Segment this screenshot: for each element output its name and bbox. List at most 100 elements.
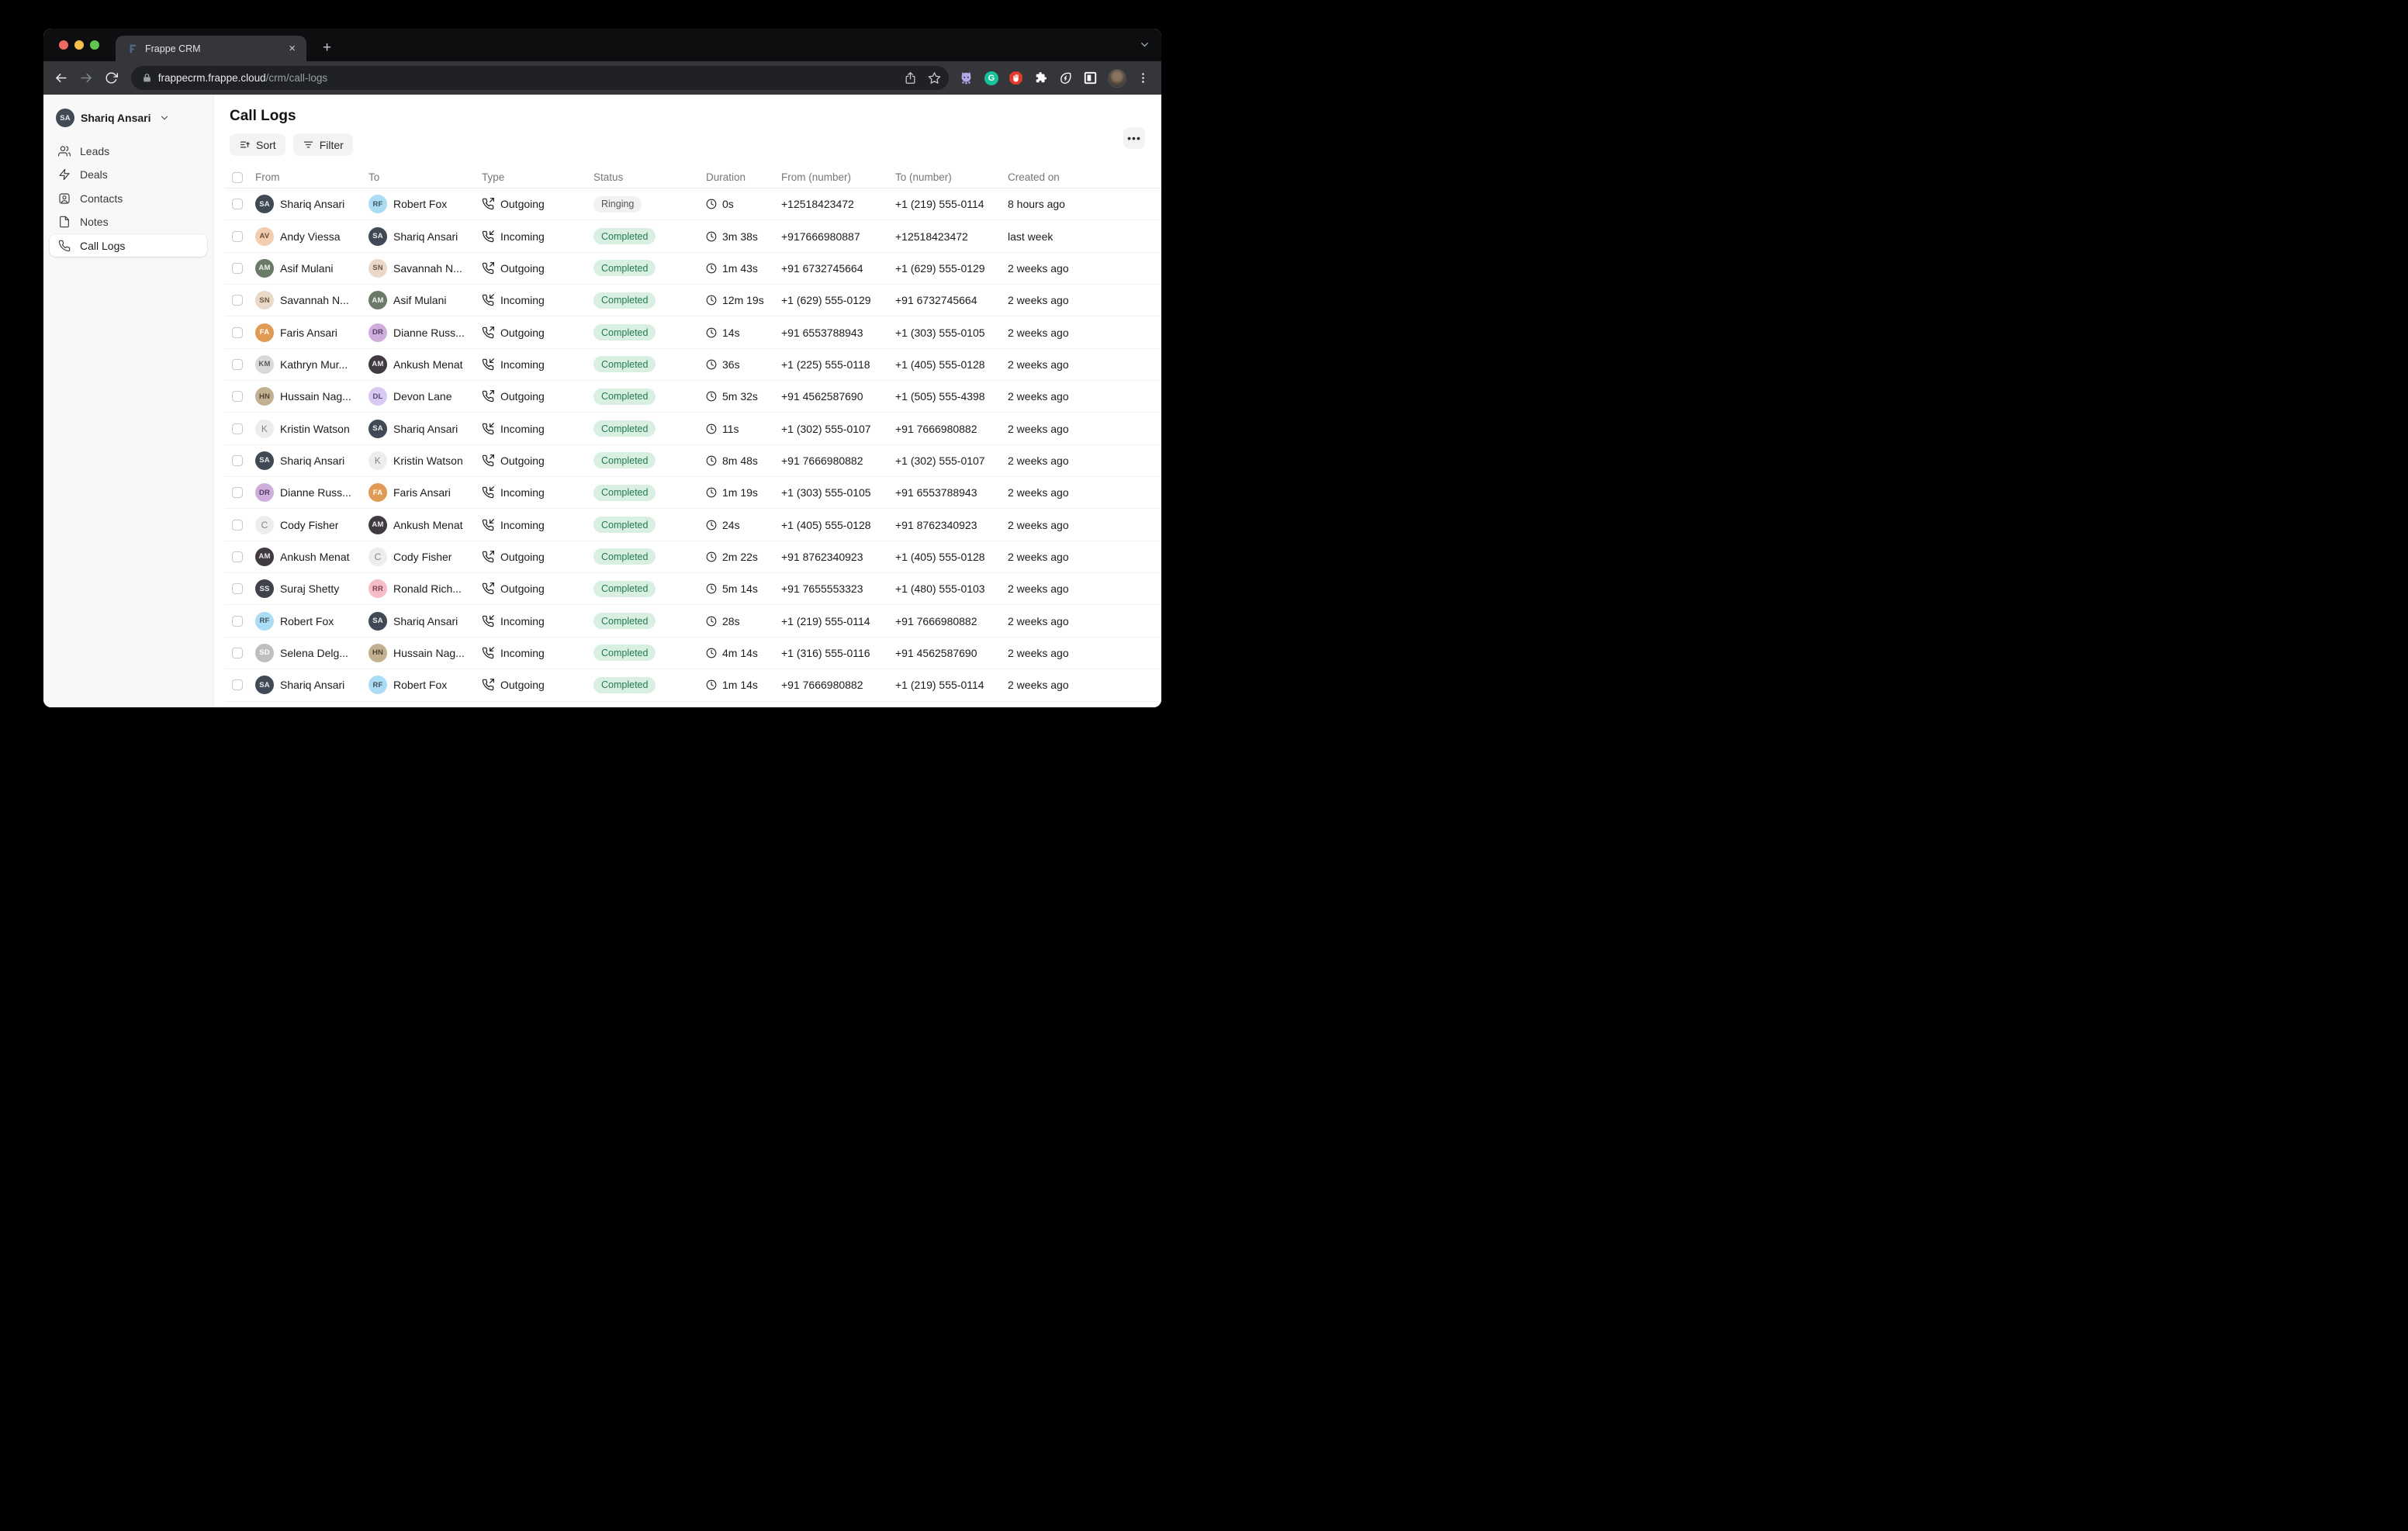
from-avatar: RF xyxy=(255,612,274,631)
column-header-from[interactable]: From xyxy=(255,171,368,183)
duration-value: 5m 32s xyxy=(722,390,758,403)
table-row[interactable] xyxy=(225,702,1161,708)
table-row[interactable]: SA Shariq Ansari K Kristin Watson Outgoi… xyxy=(225,445,1161,477)
from-avatar: K xyxy=(255,420,274,438)
filter-button[interactable]: Filter xyxy=(293,133,353,156)
column-header-status[interactable]: Status xyxy=(593,171,706,183)
table-row[interactable]: FA Faris Ansari DR Dianne Russ... Outgoi… xyxy=(225,316,1161,348)
clock-icon xyxy=(706,551,717,562)
from-avatar: SA xyxy=(255,195,274,213)
type-label: Incoming xyxy=(500,358,545,371)
browser-toolbar: frappecrm.frappe.cloud/crm/call-logs G xyxy=(43,61,1161,95)
row-checkbox[interactable] xyxy=(232,455,243,466)
split-view-icon[interactable] xyxy=(1083,71,1098,85)
browser-menu-icon[interactable] xyxy=(1137,71,1150,85)
table-row[interactable]: AV Andy Viessa SA Shariq Ansari Incoming… xyxy=(225,220,1161,252)
column-header-type[interactable]: Type xyxy=(482,171,593,183)
bookmark-star-icon[interactable] xyxy=(928,71,941,85)
column-header-duration[interactable]: Duration xyxy=(706,171,781,183)
type-label: Incoming xyxy=(500,294,545,306)
row-checkbox[interactable] xyxy=(232,423,243,434)
row-checkbox[interactable] xyxy=(232,583,243,594)
row-checkbox[interactable] xyxy=(232,648,243,658)
row-checkbox[interactable] xyxy=(232,327,243,338)
to-name: Robert Fox xyxy=(393,679,447,691)
tab-close-icon[interactable]: × xyxy=(285,41,299,56)
row-checkbox[interactable] xyxy=(232,551,243,562)
row-checkbox[interactable] xyxy=(232,263,243,274)
status-badge: Completed xyxy=(593,389,656,405)
user-avatar: SA xyxy=(56,109,74,127)
maximize-window-button[interactable] xyxy=(90,40,99,50)
adblock-extension-icon[interactable] xyxy=(1009,71,1023,85)
table-row[interactable]: HN Hussain Nag... DL Devon Lane Outgoing… xyxy=(225,381,1161,413)
grammarly-extension-icon[interactable]: G xyxy=(984,71,998,85)
frappe-favicon xyxy=(126,43,139,55)
row-checkbox[interactable] xyxy=(232,359,243,370)
tab-frappe-crm[interactable]: Frappe CRM × xyxy=(116,36,306,61)
phone-outgoing-icon xyxy=(482,327,494,339)
to-number: +91 7666980882 xyxy=(895,615,1008,627)
url-bar[interactable]: frappecrm.frappe.cloud/crm/call-logs xyxy=(131,66,950,90)
new-tab-button[interactable]: + xyxy=(317,39,337,57)
row-checkbox[interactable] xyxy=(232,231,243,242)
row-checkbox[interactable] xyxy=(232,616,243,627)
table-row[interactable]: AM Asif Mulani SN Savannah N... Outgoing… xyxy=(225,253,1161,285)
column-header-created-on[interactable]: Created on xyxy=(1008,171,1161,183)
select-all-checkbox[interactable] xyxy=(232,172,243,183)
row-checkbox[interactable] xyxy=(232,487,243,498)
clock-icon xyxy=(706,327,717,338)
more-options-button[interactable]: ••• xyxy=(1123,127,1145,149)
minimize-window-button[interactable] xyxy=(74,40,84,50)
table-row[interactable]: SA Shariq Ansari RF Robert Fox Outgoing … xyxy=(225,188,1161,220)
share-icon[interactable] xyxy=(904,71,917,85)
column-header-from-number[interactable]: From (number) xyxy=(781,171,895,183)
table-row[interactable]: C Cody Fisher AM Ankush Menat Incoming C… xyxy=(225,509,1161,541)
table-row[interactable]: DR Dianne Russ... FA Faris Ansari Incomi… xyxy=(225,477,1161,509)
forward-button[interactable] xyxy=(76,67,98,89)
sidebar-item-call-logs[interactable]: Call Logs xyxy=(50,234,207,257)
sidebar-item-notes[interactable]: Notes xyxy=(50,211,207,233)
browser-profile-avatar[interactable] xyxy=(1108,69,1126,88)
energy-saver-leaf-icon[interactable] xyxy=(1058,71,1073,85)
from-avatar: SS xyxy=(255,579,274,598)
sidebar-item-deals[interactable]: Deals xyxy=(50,164,207,186)
phone-outgoing-icon xyxy=(482,262,494,275)
close-window-button[interactable] xyxy=(59,40,68,50)
table-row[interactable]: SS Suraj Shetty RR Ronald Rich... Outgoi… xyxy=(225,573,1161,605)
sort-button[interactable]: Sort xyxy=(230,133,285,156)
table-row[interactable]: SD Selena Delg... HN Hussain Nag... Inco… xyxy=(225,638,1161,669)
row-checkbox[interactable] xyxy=(232,391,243,402)
reload-button[interactable] xyxy=(101,67,123,89)
duration-value: 3m 38s xyxy=(722,230,758,243)
from-name: Savannah N... xyxy=(280,294,349,306)
column-header-to-number[interactable]: To (number) xyxy=(895,171,1008,183)
from-number: +91 8762340923 xyxy=(781,551,895,563)
filter-icon xyxy=(303,139,314,150)
table-row[interactable]: RF Robert Fox SA Shariq Ansari Incoming … xyxy=(225,605,1161,637)
to-number: +12518423472 xyxy=(895,230,1008,243)
to-number: +1 (629) 555-0129 xyxy=(895,262,1008,275)
tab-search-chevron-icon[interactable] xyxy=(1139,39,1150,54)
row-checkbox[interactable] xyxy=(232,679,243,690)
row-checkbox[interactable] xyxy=(232,295,243,306)
user-menu[interactable]: SA Shariq Ansari xyxy=(50,108,207,128)
from-avatar: KM xyxy=(255,355,274,374)
back-button[interactable] xyxy=(50,67,72,89)
table-row[interactable]: K Kristin Watson SA Shariq Ansari Incomi… xyxy=(225,413,1161,444)
row-checkbox[interactable] xyxy=(232,199,243,209)
sidebar-item-contacts[interactable]: Contacts xyxy=(50,187,207,209)
table-row[interactable]: KM Kathryn Mur... AM Ankush Menat Incomi… xyxy=(225,349,1161,381)
status-badge: Completed xyxy=(593,324,656,340)
table-row[interactable]: AM Ankush Menat C Cody Fisher Outgoing C… xyxy=(225,541,1161,573)
from-name: Hussain Nag... xyxy=(280,390,351,403)
from-name: Suraj Shetty xyxy=(280,582,339,595)
column-header-to[interactable]: To xyxy=(368,171,482,183)
table-row[interactable]: SA Shariq Ansari RF Robert Fox Outgoing … xyxy=(225,669,1161,701)
sidebar-item-label: Contacts xyxy=(80,192,123,205)
sidebar-item-leads[interactable]: Leads xyxy=(50,140,207,162)
extensions-puzzle-icon[interactable] xyxy=(1033,71,1048,85)
github-extension-icon[interactable] xyxy=(959,71,974,85)
row-checkbox[interactable] xyxy=(232,520,243,530)
table-row[interactable]: SN Savannah N... AM Asif Mulani Incoming… xyxy=(225,285,1161,316)
